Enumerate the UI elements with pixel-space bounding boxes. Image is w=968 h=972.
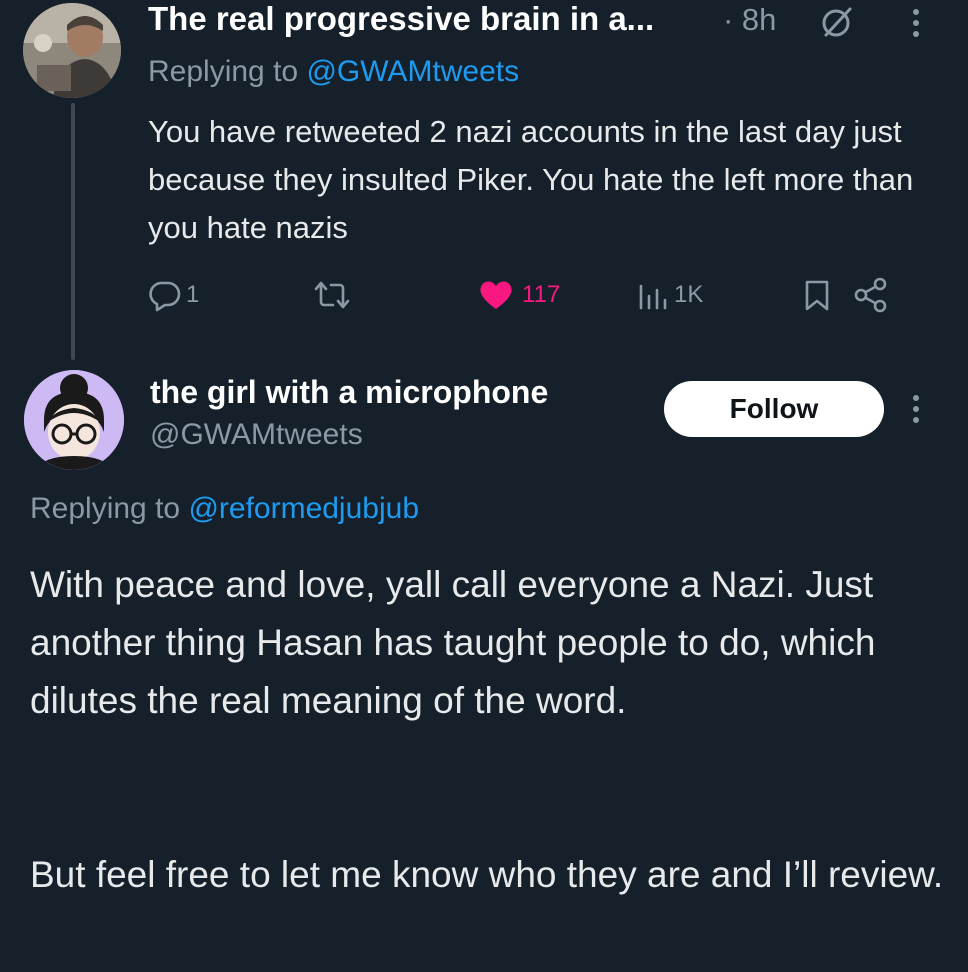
views-button[interactable]: 1K [636, 278, 703, 312]
bookmark-icon [805, 280, 829, 311]
parent-tweet-text: You have retweeted 2 nazi accounts in th… [148, 114, 914, 245]
reply-button[interactable]: 1 [148, 278, 199, 312]
reply-count: 1 [186, 281, 200, 308]
share-button[interactable] [852, 276, 890, 314]
main-tweet-text-paragraph-1: With peace and love, yall call everyone … [30, 564, 876, 721]
more-icon[interactable] [906, 6, 926, 40]
like-count: 117 [522, 281, 561, 308]
more-icon[interactable] [906, 392, 926, 426]
parent-replying-to: Replying to @GWAMtweets [148, 55, 519, 89]
reply-icon [149, 281, 181, 312]
main-tweet-text-paragraph-2: But feel free to let me know who they ar… [30, 854, 944, 895]
main-replying-to: Replying to @reformedjubjub [30, 492, 419, 526]
views-count: 1K [674, 281, 704, 308]
replying-to-mention[interactable]: @reformedjubjub [188, 492, 419, 525]
main-avatar-image [24, 370, 124, 470]
replying-to-mention[interactable]: @GWAMtweets [306, 55, 519, 88]
main-handle[interactable]: @GWAMtweets [150, 418, 363, 452]
bookmark-button[interactable] [802, 278, 832, 312]
parent-avatar[interactable] [23, 3, 121, 98]
share-icon [854, 277, 887, 313]
retweet-icon [314, 281, 350, 309]
like-button[interactable]: 117 [478, 278, 560, 312]
parent-display-name[interactable]: The real progressive brain in a... [148, 0, 654, 38]
thread-connector-line [71, 103, 75, 360]
views-icon [639, 284, 667, 310]
parent-avatar-image [23, 3, 121, 98]
main-display-name[interactable]: the girl with a microphone [150, 374, 548, 411]
main-avatar[interactable] [24, 370, 124, 470]
follow-button[interactable]: Follow [664, 381, 884, 437]
heart-icon [480, 281, 512, 309]
grok-icon[interactable] [820, 5, 854, 39]
retweet-button[interactable] [313, 278, 351, 312]
replying-label: Replying to [30, 492, 189, 525]
replying-label: Replying to [148, 55, 307, 88]
parent-timestamp[interactable]: · 8h [723, 2, 776, 38]
